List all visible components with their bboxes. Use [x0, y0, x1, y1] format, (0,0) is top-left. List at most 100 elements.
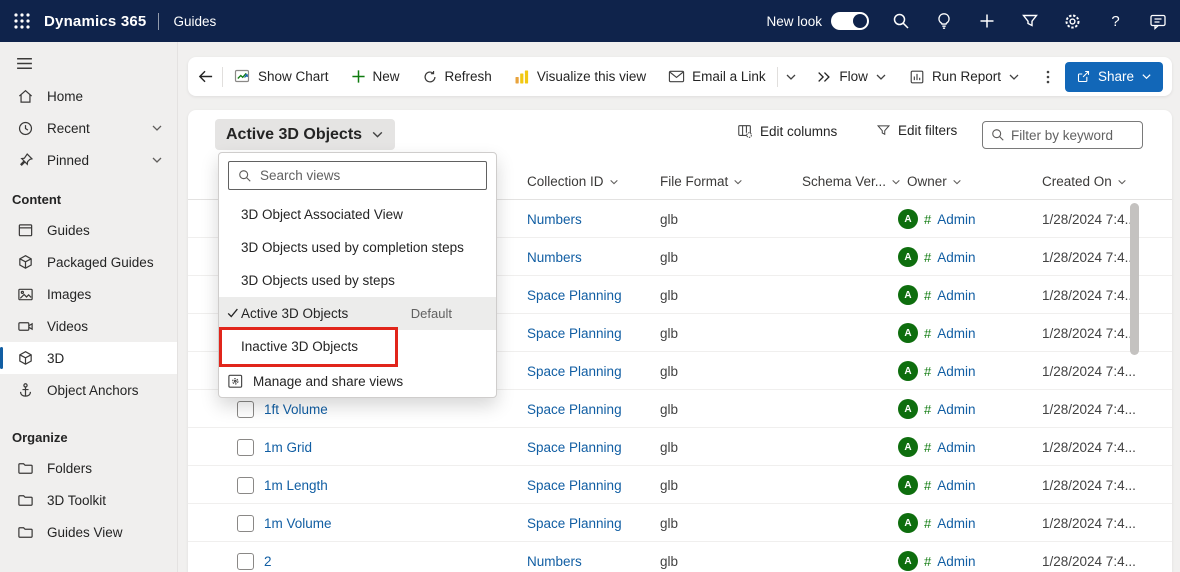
run-report-label: Run Report [932, 69, 1001, 84]
new-look-toggle[interactable] [831, 12, 869, 30]
row-collection-link[interactable]: Space Planning [527, 276, 622, 314]
row-checkbox[interactable] [237, 401, 254, 418]
row-owner[interactable]: A#Admin [898, 314, 976, 352]
row-collection-link[interactable]: Numbers [527, 542, 582, 572]
grid-scrollbar[interactable] [1130, 200, 1139, 572]
row-name-link[interactable]: 2 [264, 542, 272, 572]
owner-link[interactable]: Admin [937, 212, 975, 227]
row-owner[interactable]: A#Admin [898, 352, 976, 390]
column-header-owner[interactable]: Owner [907, 163, 962, 200]
chevron-down-icon[interactable] [151, 122, 163, 134]
row-owner[interactable]: A#Admin [898, 466, 976, 504]
settings-button[interactable] [1051, 0, 1094, 42]
owner-link[interactable]: Admin [937, 250, 975, 265]
scrollbar-thumb[interactable] [1130, 203, 1139, 355]
table-row[interactable]: 1m Volume Space Planning glb A#Admin 1/2… [188, 504, 1172, 542]
owner-link[interactable]: Admin [937, 554, 975, 569]
feedback-button[interactable] [1137, 0, 1180, 42]
row-collection-link[interactable]: Numbers [527, 238, 582, 276]
back-button[interactable] [188, 57, 222, 96]
flow-button[interactable]: Flow [805, 57, 898, 96]
owner-link[interactable]: Admin [937, 288, 975, 303]
view-selector-button[interactable]: Active 3D Objects [215, 119, 395, 150]
sidebar-item-videos[interactable]: Videos [0, 310, 177, 342]
column-header-created-on[interactable]: Created On [1042, 163, 1127, 200]
column-header-collection-id[interactable]: Collection ID [527, 163, 619, 200]
row-collection-link[interactable]: Space Planning [527, 504, 622, 542]
owner-link[interactable]: Admin [937, 478, 975, 493]
row-name-link[interactable]: 1m Volume [264, 504, 332, 542]
sidebar-item-folders[interactable]: Folders [0, 452, 177, 484]
row-owner[interactable]: A#Admin [898, 238, 976, 276]
owner-link[interactable]: Admin [937, 326, 975, 341]
row-collection-link[interactable]: Numbers [527, 200, 582, 238]
new-button[interactable]: New [340, 57, 411, 96]
view-option-active-3d-objects[interactable]: Active 3D Objects Default [219, 297, 496, 330]
sidebar-item-images[interactable]: Images [0, 278, 177, 310]
search-button[interactable] [879, 0, 922, 42]
row-checkbox[interactable] [237, 515, 254, 532]
row-collection-link[interactable]: Space Planning [527, 390, 622, 428]
row-checkbox[interactable] [237, 553, 254, 570]
sidebar-item-home[interactable]: Home [0, 80, 177, 112]
sidebar-item-guides[interactable]: Guides [0, 214, 177, 246]
filter-button[interactable] [1008, 0, 1051, 42]
share-button[interactable]: Share [1065, 62, 1163, 92]
email-link-button[interactable]: Email a Link [657, 57, 777, 96]
row-owner[interactable]: A#Admin [898, 542, 976, 572]
edit-columns-button[interactable]: Edit columns [737, 123, 837, 139]
view-option-inactive-3d-objects[interactable]: Inactive 3D Objects [219, 330, 496, 363]
chevron-down-icon[interactable] [151, 154, 163, 166]
sidebar-item-guides-view[interactable]: Guides View [0, 516, 177, 548]
row-owner[interactable]: A#Admin [898, 504, 976, 542]
sidebar-item-recent[interactable]: Recent [0, 112, 177, 144]
email-link-split-button[interactable] [777, 57, 805, 96]
row-owner[interactable]: A#Admin [898, 276, 976, 314]
view-option-3d-objects-used-by-steps[interactable]: 3D Objects used by steps [219, 264, 496, 297]
row-owner[interactable]: A#Admin [898, 200, 976, 238]
row-name-link[interactable]: 1m Grid [264, 428, 312, 466]
table-row[interactable]: 1m Length Space Planning glb A#Admin 1/2… [188, 466, 1172, 504]
insights-button[interactable] [922, 0, 965, 42]
app-title[interactable]: Dynamics 365 [44, 13, 146, 30]
row-collection-link[interactable]: Space Planning [527, 352, 622, 390]
run-report-button[interactable]: Run Report [898, 57, 1031, 96]
row-collection-link[interactable]: Space Planning [527, 314, 622, 352]
column-header-file-format[interactable]: File Format [660, 163, 743, 200]
row-name-link[interactable]: 1m Length [264, 466, 328, 504]
table-row[interactable]: 1m Grid Space Planning glb A#Admin 1/28/… [188, 428, 1172, 466]
row-owner[interactable]: A#Admin [898, 428, 976, 466]
environment-name[interactable]: Guides [173, 14, 216, 29]
edit-filters-button[interactable]: Edit filters [876, 123, 957, 138]
owner-link[interactable]: Admin [937, 364, 975, 379]
row-checkbox[interactable] [237, 477, 254, 494]
row-checkbox[interactable] [237, 439, 254, 456]
manage-and-share-views-button[interactable]: Manage and share views [219, 365, 496, 397]
owner-link[interactable]: Admin [937, 402, 975, 417]
view-option-3d-object-associated-view[interactable]: 3D Object Associated View [219, 198, 496, 231]
collapse-sitemap-button[interactable] [0, 42, 177, 76]
refresh-button[interactable]: Refresh [411, 57, 503, 96]
sidebar-item-packaged-guides[interactable]: Packaged Guides [0, 246, 177, 278]
keyword-filter-input[interactable] [1011, 128, 1121, 143]
quick-create-button[interactable] [965, 0, 1008, 42]
table-row[interactable]: 2 Numbers glb A#Admin 1/28/2024 7:4... [188, 542, 1172, 572]
column-header-schema-version[interactable]: Schema Ver... [802, 163, 901, 200]
help-button[interactable]: ? [1094, 0, 1137, 42]
more-commands-button[interactable] [1031, 57, 1065, 96]
app-launcher-icon[interactable] [0, 0, 44, 42]
view-option-3d-objects-used-by-completion-steps[interactable]: 3D Objects used by completion steps [219, 231, 496, 264]
visualize-view-button[interactable]: Visualize this view [503, 57, 657, 96]
row-collection-link[interactable]: Space Planning [527, 428, 622, 466]
owner-link[interactable]: Admin [937, 440, 975, 455]
sidebar-item-object-anchors[interactable]: Object Anchors [0, 374, 177, 406]
sidebar-item-3d-toolkit[interactable]: 3D Toolkit [0, 484, 177, 516]
sidebar-item-3d[interactable]: 3D [0, 342, 177, 374]
sidebar-item-pinned[interactable]: Pinned [0, 144, 177, 176]
row-owner[interactable]: A#Admin [898, 390, 976, 428]
owner-link[interactable]: Admin [937, 516, 975, 531]
row-collection-link[interactable]: Space Planning [527, 466, 622, 504]
sidebar-item-label: 3D Toolkit [47, 493, 106, 508]
show-chart-button[interactable]: Show Chart [223, 57, 340, 96]
view-search-input[interactable] [260, 168, 477, 183]
